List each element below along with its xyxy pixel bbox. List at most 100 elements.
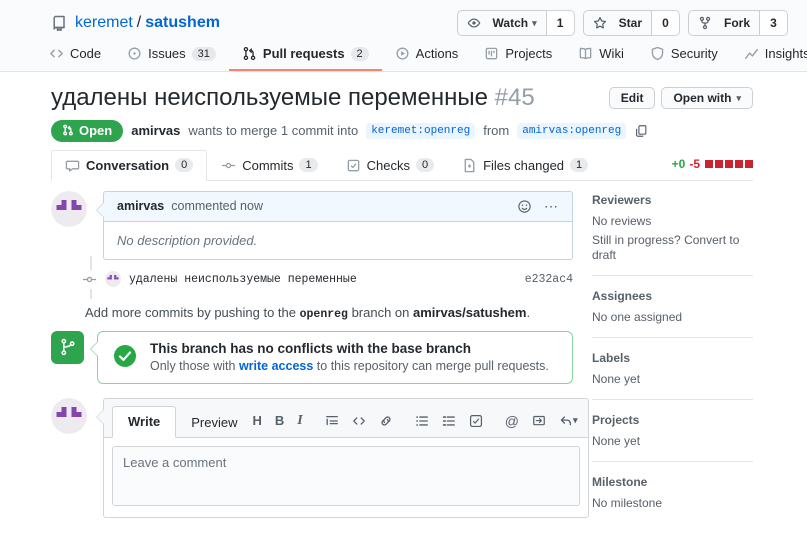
- commit-icon: [221, 158, 236, 173]
- file-diff-icon: [462, 158, 477, 173]
- heading-icon[interactable]: H: [253, 414, 262, 427]
- list-unordered-icon[interactable]: [415, 414, 429, 428]
- code-icon[interactable]: [352, 414, 366, 428]
- tab-label: Commits: [242, 157, 294, 173]
- merge-status-title: This branch has no conflicts with the ba…: [150, 340, 472, 356]
- nav-tab-code[interactable]: Code: [36, 39, 114, 71]
- bold-icon[interactable]: B: [275, 414, 284, 427]
- editor-header: Write Preview H B I @ ▾: [104, 398, 588, 438]
- repo-name-link[interactable]: satushem: [145, 14, 220, 32]
- nav-label: Insights: [764, 46, 807, 61]
- push-hint-post: .: [526, 304, 531, 320]
- merge-text-mid: from: [483, 123, 510, 139]
- tasklist-icon[interactable]: [469, 414, 483, 428]
- repo-owner-link[interactable]: keremet: [75, 14, 133, 32]
- base-ref-label: keremet:openreg: [366, 122, 476, 139]
- repo-title-row: keremet / satushem Watch ▾ 1 Star 0 Fork…: [0, 9, 807, 37]
- diff-block: [745, 159, 753, 168]
- nav-tab-wiki[interactable]: Wiki: [565, 39, 637, 71]
- labels-title[interactable]: Labels: [592, 351, 753, 365]
- watch-button-group: Watch ▾ 1: [456, 10, 575, 36]
- fork-icon: [698, 16, 712, 30]
- watch-count[interactable]: 1: [546, 10, 575, 36]
- tab-conversation[interactable]: Conversation 0: [51, 149, 208, 181]
- pr-description-comment: amirvas commented now ⋯ No description p…: [51, 190, 573, 260]
- star-count[interactable]: 0: [651, 10, 680, 36]
- copy-icon[interactable]: [634, 124, 648, 138]
- fork-label: Fork: [723, 16, 750, 30]
- open-with-button[interactable]: Open with ▾: [661, 87, 753, 109]
- tab-label: Checks: [366, 157, 410, 173]
- fork-button[interactable]: Fork: [687, 10, 760, 36]
- page-title: удалены неиспользуемые переменные #45: [51, 84, 535, 113]
- commits-counter: 1: [299, 158, 318, 173]
- pr-title-row: удалены неиспользуемые переменные #45 Ed…: [51, 84, 753, 113]
- pr-author-link[interactable]: amirvas: [131, 123, 180, 138]
- reply-icon[interactable]: ▾: [559, 414, 578, 428]
- repo-icon: [51, 15, 67, 31]
- pr-status-row: Open amirvas wants to merge 1 commit int…: [51, 119, 753, 142]
- link-icon[interactable]: [379, 414, 393, 428]
- commit-avatar[interactable]: [105, 271, 121, 288]
- milestone-empty: No milestone: [592, 495, 663, 510]
- nav-label: Code: [70, 46, 102, 61]
- milestone-title[interactable]: Milestone: [592, 475, 753, 489]
- editor-body: [104, 438, 588, 517]
- avatar[interactable]: [51, 190, 87, 227]
- comment-meta: commented now: [171, 199, 263, 214]
- tab-checks[interactable]: Checks 0: [332, 150, 448, 181]
- code-icon: [49, 46, 64, 61]
- pr-tabs: Conversation 0 Commits 1 Checks 0 Files …: [51, 149, 753, 181]
- watch-label: Watch: [492, 16, 529, 30]
- write-access-link[interactable]: write access: [239, 359, 313, 373]
- diff-block: [735, 159, 743, 168]
- reviewers-title[interactable]: Reviewers: [592, 193, 753, 207]
- star-button[interactable]: Star: [582, 10, 652, 36]
- nav-tab-pull-requests[interactable]: Pull requests 2: [228, 39, 382, 71]
- check-circle-icon: [112, 343, 138, 369]
- push-hint-repo: amirvas/satushem: [413, 304, 527, 320]
- comment-card: amirvas commented now ⋯ No description p…: [96, 190, 573, 260]
- mention-icon[interactable]: @: [505, 414, 519, 428]
- eye-icon: [467, 16, 481, 30]
- main-content: удалены неиспользуемые переменные #45 Ed…: [0, 72, 807, 534]
- commit-message-link[interactable]: удалены неиспользуемые переменные: [129, 273, 357, 286]
- nav-label: Actions: [415, 46, 459, 61]
- star-label: Star: [618, 16, 642, 30]
- cross-reference-icon[interactable]: [532, 414, 546, 428]
- pull-request-icon: [242, 46, 257, 61]
- smiley-icon[interactable]: [517, 199, 532, 214]
- comment-editor: Write Preview H B I @ ▾ Leave a comment: [51, 397, 589, 518]
- edit-button[interactable]: Edit: [608, 87, 656, 109]
- commit-sha-link[interactable]: e232ac4: [525, 273, 573, 286]
- quote-icon[interactable]: [325, 414, 339, 428]
- tab-commits[interactable]: Commits 1: [207, 150, 331, 181]
- tab-write[interactable]: Write: [112, 405, 177, 438]
- comment-textarea[interactable]: [112, 445, 580, 506]
- watch-button[interactable]: Watch ▾: [456, 10, 547, 36]
- fork-count[interactable]: 3: [760, 10, 788, 36]
- comment-author-link[interactable]: amirvas: [117, 199, 164, 213]
- comment-header: amirvas commented now ⋯: [104, 191, 572, 222]
- diff-additions: +0: [671, 156, 686, 171]
- state-label: Open: [79, 122, 113, 138]
- nav-tab-projects[interactable]: Projects: [471, 39, 565, 71]
- assignees-title[interactable]: Assignees: [592, 289, 753, 303]
- tab-label: Files changed: [483, 157, 565, 173]
- conversation-counter: 0: [175, 158, 194, 173]
- tab-files-changed[interactable]: Files changed 1: [448, 150, 602, 181]
- play-icon: [395, 46, 410, 61]
- avatar[interactable]: [51, 397, 87, 434]
- sidebar-section-assignees: Assignees No one assigned: [592, 287, 753, 338]
- list-ordered-icon[interactable]: [442, 414, 456, 428]
- tab-preview[interactable]: Preview: [176, 408, 252, 438]
- comment-header-actions: ⋯: [517, 199, 559, 214]
- nav-tab-issues[interactable]: Issues 31: [114, 39, 229, 71]
- diff-block: [705, 159, 713, 168]
- nav-tab-security[interactable]: Security: [637, 39, 731, 71]
- repo-nav: Code Issues 31 Pull requests 2 Actions P…: [0, 39, 807, 71]
- kebab-icon[interactable]: ⋯: [544, 199, 559, 213]
- nav-tab-insights[interactable]: Insights: [731, 39, 807, 71]
- italic-icon[interactable]: I: [297, 413, 302, 428]
- nav-tab-actions[interactable]: Actions: [382, 39, 472, 71]
